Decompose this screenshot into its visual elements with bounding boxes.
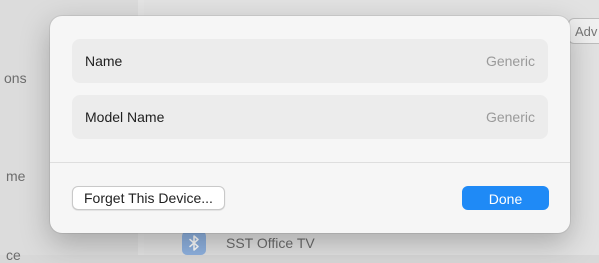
- done-button[interactable]: Done: [462, 186, 549, 210]
- bluetooth-icon: [182, 231, 206, 255]
- background-device-row[interactable]: SST Office TV: [182, 230, 315, 256]
- device-info-dialog: Name Generic Model Name Generic Forget T…: [50, 16, 570, 233]
- device-name-label: SST Office TV: [226, 235, 315, 251]
- name-label: Name: [85, 53, 123, 69]
- forget-device-button[interactable]: Forget This Device...: [72, 186, 225, 210]
- name-row: Name Generic: [72, 39, 548, 83]
- model-name-label: Model Name: [85, 109, 165, 125]
- tab-advanced-partial[interactable]: Adv: [568, 18, 599, 44]
- sidebar-item-partial-2[interactable]: me: [6, 168, 25, 184]
- model-name-row: Model Name Generic: [72, 95, 548, 139]
- sidebar-item-partial-1[interactable]: ons: [4, 70, 27, 86]
- sidebar-item-partial-3[interactable]: ce: [6, 247, 21, 263]
- name-value: Generic: [485, 53, 535, 69]
- dialog-divider: [50, 162, 570, 163]
- model-name-value: Generic: [485, 109, 535, 125]
